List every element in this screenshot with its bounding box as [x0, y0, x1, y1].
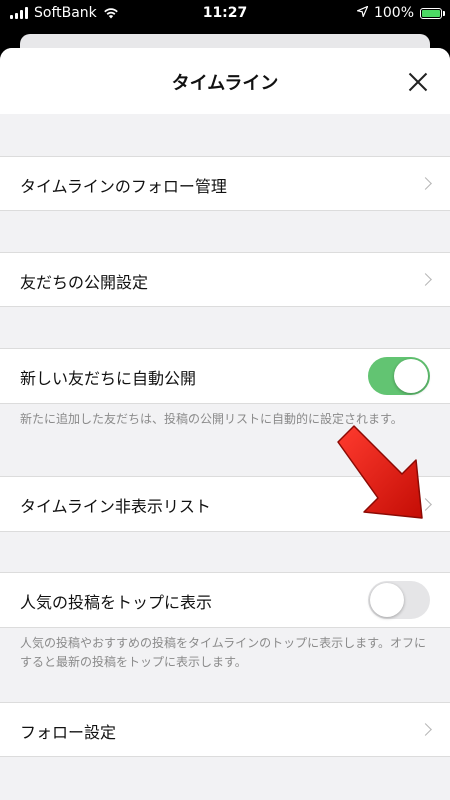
battery-charging-icon	[420, 7, 445, 19]
nav-bar: タイムライン	[0, 48, 450, 114]
row-label: タイムライン非表示リスト	[20, 497, 211, 516]
row-follow-settings[interactable]: フォロー設定	[0, 702, 450, 757]
page-title: タイムライン	[171, 73, 279, 94]
row-friends-visibility-settings[interactable]: 友だちの公開設定	[0, 252, 450, 307]
row-label: タイムラインのフォロー管理	[20, 177, 227, 196]
row-label: 人気の投稿をトップに表示	[20, 593, 213, 612]
popular-posts-toggle[interactable]	[368, 581, 430, 619]
status-bar: SoftBank 11:27 100%	[0, 0, 450, 26]
battery-percent: 100%	[373, 5, 414, 21]
row-show-popular-posts-top: 人気の投稿をトップに表示	[0, 572, 450, 628]
row-label: 友だちの公開設定	[20, 273, 149, 292]
row-label: 新しい友だちに自動公開	[20, 369, 197, 388]
row-label: フォロー設定	[20, 723, 117, 742]
row-auto-publish-new-friends: 新しい友だちに自動公開	[0, 348, 450, 404]
red-arrow-annotation-icon	[337, 425, 423, 519]
toggle-knob	[394, 359, 428, 393]
location-arrow-icon	[355, 5, 369, 21]
popular-posts-description: 人気の投稿やおすすめの投稿をタイムラインのトップに表示します。オフにすると最新の…	[20, 636, 426, 669]
close-icon[interactable]	[402, 66, 434, 98]
auto-publish-toggle[interactable]	[368, 357, 430, 395]
chevron-right-icon	[419, 177, 432, 190]
toggle-knob	[370, 583, 404, 617]
row-timeline-follow-management[interactable]: タイムラインのフォロー管理	[0, 156, 450, 211]
chevron-right-icon	[419, 273, 432, 286]
chevron-right-icon	[419, 723, 432, 736]
